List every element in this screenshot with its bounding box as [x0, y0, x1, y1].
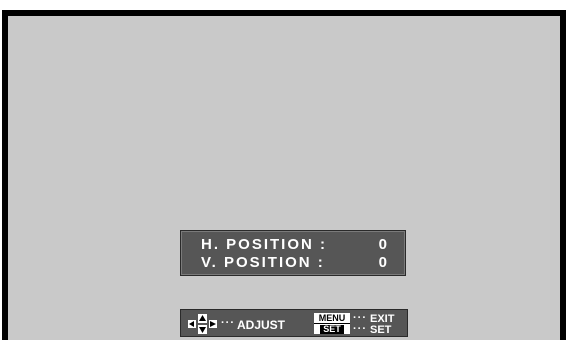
h-position-value: 0: [378, 236, 387, 253]
v-position-value: 0: [378, 254, 387, 271]
h-position-row[interactable]: H. POSITION : 0: [201, 236, 387, 254]
set-dots: ···: [353, 323, 367, 335]
position-osd-panel: H. POSITION : 0 V. POSITION : 0: [180, 230, 406, 276]
direction-keys: [188, 314, 218, 334]
menu-key-icon: MENU: [314, 313, 350, 324]
page: H. POSITION : 0 V. POSITION : 0 ··· ADJU…: [0, 0, 574, 348]
key-hint-bar: ··· ADJUST MENU SET ··· ··· EXIT SET: [180, 309, 408, 337]
tv-screen: H. POSITION : 0 V. POSITION : 0 ··· ADJU…: [2, 10, 566, 340]
set-label: SET: [370, 324, 392, 336]
set-key-label: SET: [320, 325, 344, 334]
set-key-icon: SET: [314, 324, 350, 334]
up-arrow-key-icon: [198, 314, 207, 323]
adjust-label: ADJUST: [237, 318, 286, 332]
v-position-row[interactable]: V. POSITION : 0: [201, 254, 387, 272]
v-position-label: V. POSITION :: [201, 254, 325, 271]
h-position-label: H. POSITION :: [201, 236, 328, 253]
down-arrow-key-icon: [198, 325, 207, 334]
left-arrow-key-icon: [188, 320, 196, 328]
adjust-dots: ···: [221, 317, 235, 329]
right-arrow-key-icon: [209, 320, 217, 328]
